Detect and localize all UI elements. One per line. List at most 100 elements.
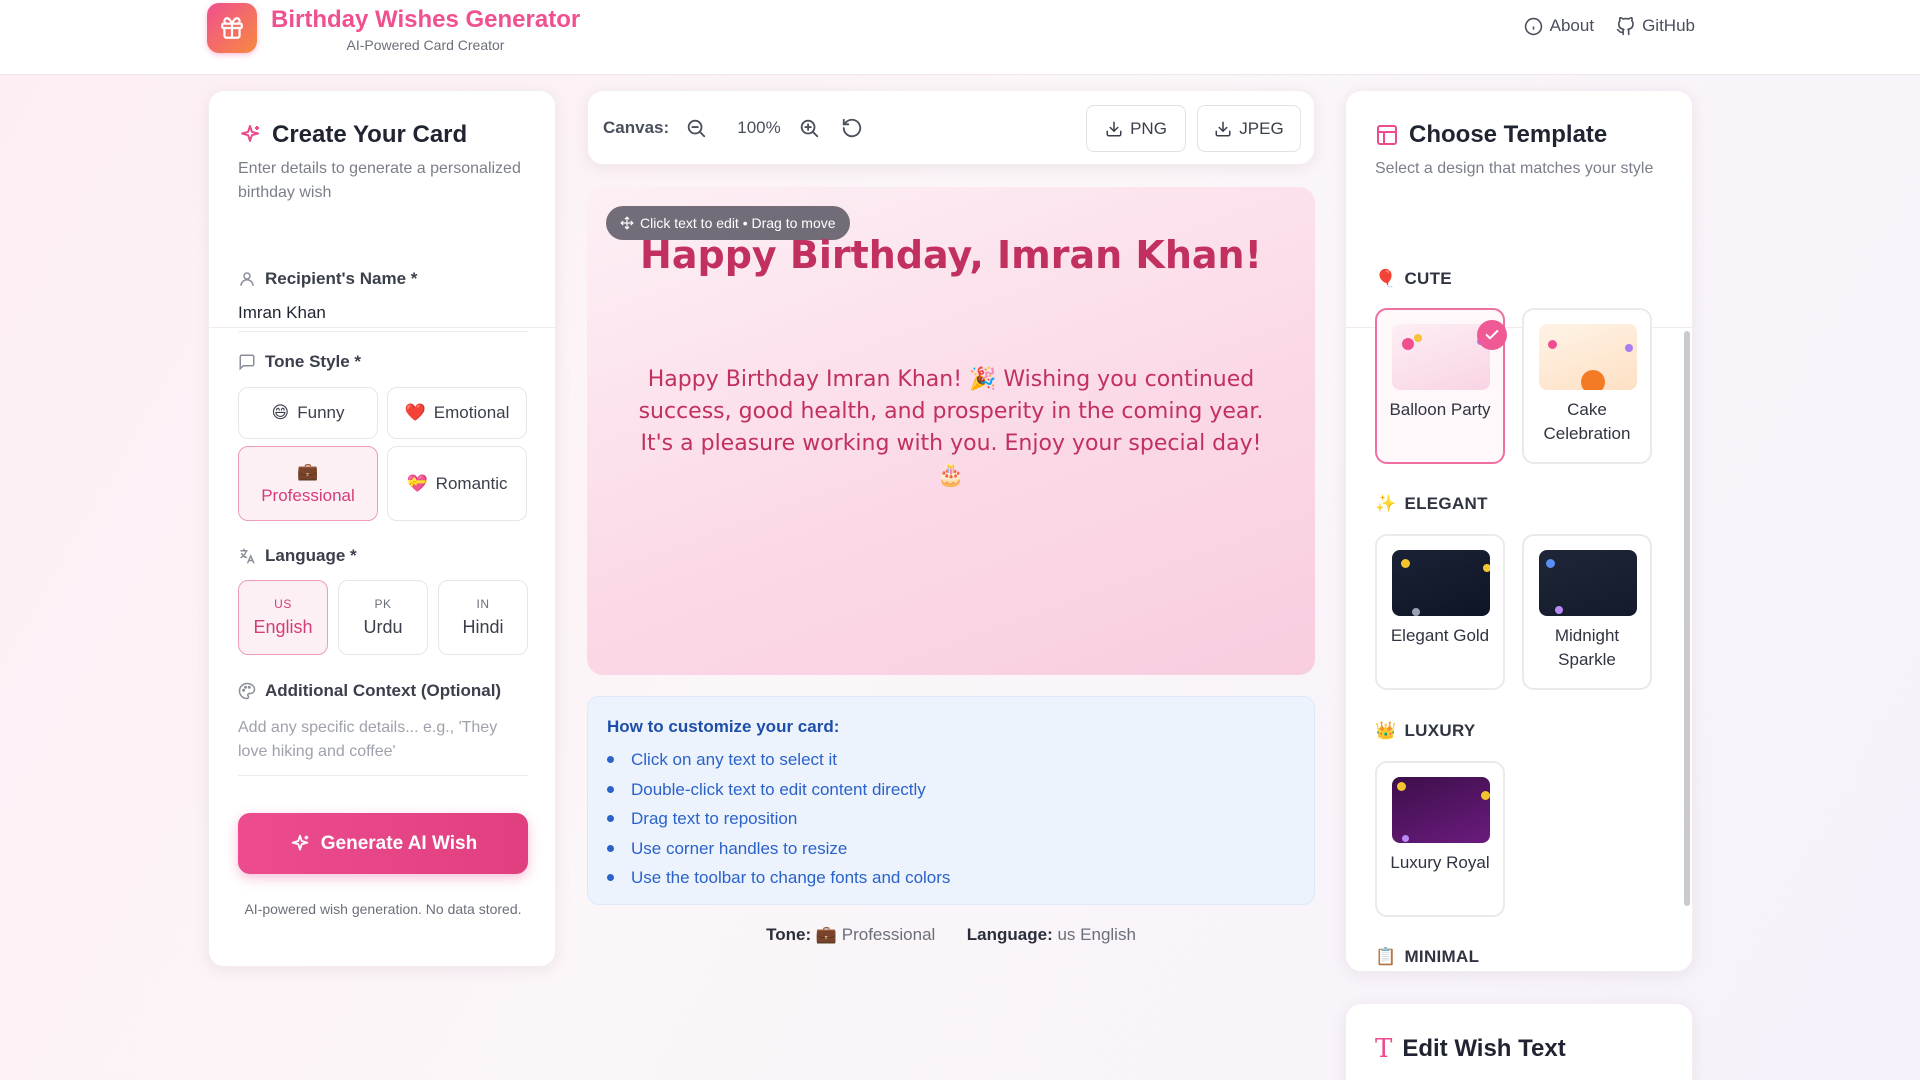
luxury-royal-thumbnail xyxy=(1392,777,1490,843)
template-luxury-royal[interactable]: Luxury Royal xyxy=(1375,761,1505,917)
download-jpeg-button[interactable]: JPEG xyxy=(1197,105,1301,152)
text-type-icon: T xyxy=(1375,1034,1393,1064)
edit-wish-title-row: T Edit Wish Text xyxy=(1375,1034,1566,1064)
list-item: Click on any text to select it xyxy=(607,745,950,775)
privacy-note: AI-powered wish generation. No data stor… xyxy=(244,901,522,917)
language-english-button[interactable]: US English xyxy=(238,580,328,655)
instructions-list: Click on any text to select it Double-cl… xyxy=(607,745,950,893)
template-panel: Choose Template Select a design that mat… xyxy=(1345,90,1693,972)
context-textarea[interactable]: Add any specific details... e.g., 'They … xyxy=(238,716,528,776)
category-minimal: 📋 MINIMAL xyxy=(1375,947,1479,967)
edit-wish-panel: T Edit Wish Text xyxy=(1345,1003,1693,1080)
generate-wish-button[interactable]: Generate AI Wish xyxy=(238,813,528,874)
create-card-panel: Create Your Card Enter details to genera… xyxy=(208,90,556,967)
github-link[interactable]: GitHub xyxy=(1616,16,1695,36)
app-header: Birthday Wishes Generator AI-Powered Car… xyxy=(0,0,1920,75)
template-panel-header: Choose Template Select a design that mat… xyxy=(1375,121,1665,181)
gift-logo-icon[interactable] xyxy=(207,3,257,53)
heart-gift-emoji-icon: 💝 xyxy=(406,473,428,493)
download-icon xyxy=(1215,121,1231,136)
category-cute-label: CUTE xyxy=(1404,269,1452,288)
list-item: Use the toolbar to change fonts and colo… xyxy=(607,863,950,893)
about-label: About xyxy=(1549,16,1595,35)
language-hindi-label: Hindi xyxy=(462,617,504,637)
context-label: Additional Context (Optional) xyxy=(238,681,501,701)
message-square-icon xyxy=(239,354,255,371)
language-summary-value: us English xyxy=(1057,925,1136,944)
balloon-icon: 🎈 xyxy=(1375,269,1397,288)
language-label: Language * xyxy=(238,546,357,566)
category-luxury: 👑 LUXURY xyxy=(1375,721,1476,741)
template-description: Select a design that matches your style xyxy=(1375,160,1654,177)
info-icon xyxy=(1524,17,1542,35)
create-card-title: Create Your Card xyxy=(272,121,468,148)
tone-funny-label: Funny xyxy=(297,403,345,422)
tone-emotional-button[interactable]: ❤️ Emotional xyxy=(387,387,527,439)
category-elegant: ✨ ELEGANT xyxy=(1375,494,1488,514)
heart-emoji-icon: ❤️ xyxy=(404,403,426,422)
canvas-label: Canvas: xyxy=(603,118,670,137)
reset-zoom-icon[interactable] xyxy=(841,117,863,144)
tone-romantic-button[interactable]: 💝 Romantic xyxy=(387,446,527,521)
create-card-description: Enter details to generate a personalized… xyxy=(238,160,521,201)
list-item: Use corner handles to resize xyxy=(607,834,950,864)
zoom-level: 100% xyxy=(737,118,781,137)
jpeg-label: JPEG xyxy=(1239,118,1284,138)
template-balloon-party[interactable]: Balloon Party xyxy=(1375,308,1507,464)
create-card-header: Create Your Card Enter details to genera… xyxy=(238,121,538,205)
category-luxury-label: LUXURY xyxy=(1404,721,1476,740)
sparkle-icon: ✨ xyxy=(1375,494,1397,513)
template-scrollbar[interactable] xyxy=(1684,331,1690,906)
language-hindi-button[interactable]: IN Hindi xyxy=(438,580,528,655)
generate-wish-label: Generate AI Wish xyxy=(320,832,478,854)
app-title: Birthday Wishes Generator xyxy=(271,6,581,33)
github-label: GitHub xyxy=(1642,16,1695,35)
sparkles-icon xyxy=(241,125,259,142)
instructions-title: How to customize your card: xyxy=(607,717,840,736)
template-title: Choose Template xyxy=(1409,121,1608,148)
template-name: Midnight Sparkle xyxy=(1554,626,1620,669)
create-card-title-row: Create Your Card xyxy=(238,121,538,149)
download-icon xyxy=(1106,121,1122,136)
pk-flag-code: PK xyxy=(374,597,392,611)
language-urdu-button[interactable]: PK Urdu xyxy=(338,580,428,655)
wish-heading-text[interactable]: Happy Birthday, Imran Khan! xyxy=(587,233,1315,277)
tone-emotional-label: Emotional xyxy=(433,403,510,422)
selection-summary: Tone: 💼 Professional Language: us Englis… xyxy=(587,925,1315,945)
user-icon xyxy=(240,272,254,286)
card-preview-canvas[interactable]: Click text to edit • Drag to move Happy … xyxy=(587,187,1315,675)
tone-funny-button[interactable]: 😄 Funny xyxy=(238,387,378,439)
template-elegant-gold[interactable]: Elegant Gold xyxy=(1375,534,1505,690)
midnight-sparkle-thumbnail xyxy=(1539,550,1637,616)
context-label-text: Additional Context (Optional) xyxy=(265,681,502,700)
tone-professional-button[interactable]: 💼 Professional xyxy=(238,446,378,521)
zoom-in-icon[interactable] xyxy=(798,117,820,144)
recipient-label: Recipient's Name * xyxy=(238,269,417,289)
zoom-out-icon[interactable] xyxy=(685,117,707,144)
customize-instructions: How to customize your card: Click on any… xyxy=(587,696,1315,905)
in-flag-code: IN xyxy=(476,597,490,611)
selected-check-icon xyxy=(1477,320,1507,350)
template-midnight-sparkle[interactable]: Midnight Sparkle xyxy=(1522,534,1652,690)
translate-icon xyxy=(240,548,255,564)
template-cake-celebration[interactable]: Cake Celebration xyxy=(1522,308,1652,464)
list-item: Drag text to reposition xyxy=(607,804,950,834)
recipient-name-input[interactable]: Imran Khan xyxy=(238,303,528,332)
language-label-text: Language * xyxy=(265,546,357,565)
template-name: Elegant Gold xyxy=(1390,626,1490,645)
about-link[interactable]: About xyxy=(1524,16,1594,36)
template-name: Cake Celebration xyxy=(1543,400,1631,443)
app-subtitle: AI-Powered Card Creator xyxy=(346,37,505,53)
recipient-label-text: Recipient's Name * xyxy=(265,269,418,288)
clipboard-icon: 📋 xyxy=(1375,947,1397,966)
move-icon xyxy=(620,216,634,230)
category-cute: 🎈 CUTE xyxy=(1375,269,1452,289)
png-label: PNG xyxy=(1130,118,1167,138)
category-minimal-label: MINIMAL xyxy=(1404,947,1480,966)
header-nav: About GitHub xyxy=(1524,16,1695,36)
download-png-button[interactable]: PNG xyxy=(1086,105,1186,152)
language-english-label: English xyxy=(253,617,313,637)
github-icon xyxy=(1616,16,1634,35)
tone-professional-label: Professional xyxy=(261,485,355,505)
wish-body-text[interactable]: Happy Birthday Imran Khan! 🎉 Wishing you… xyxy=(637,364,1265,492)
